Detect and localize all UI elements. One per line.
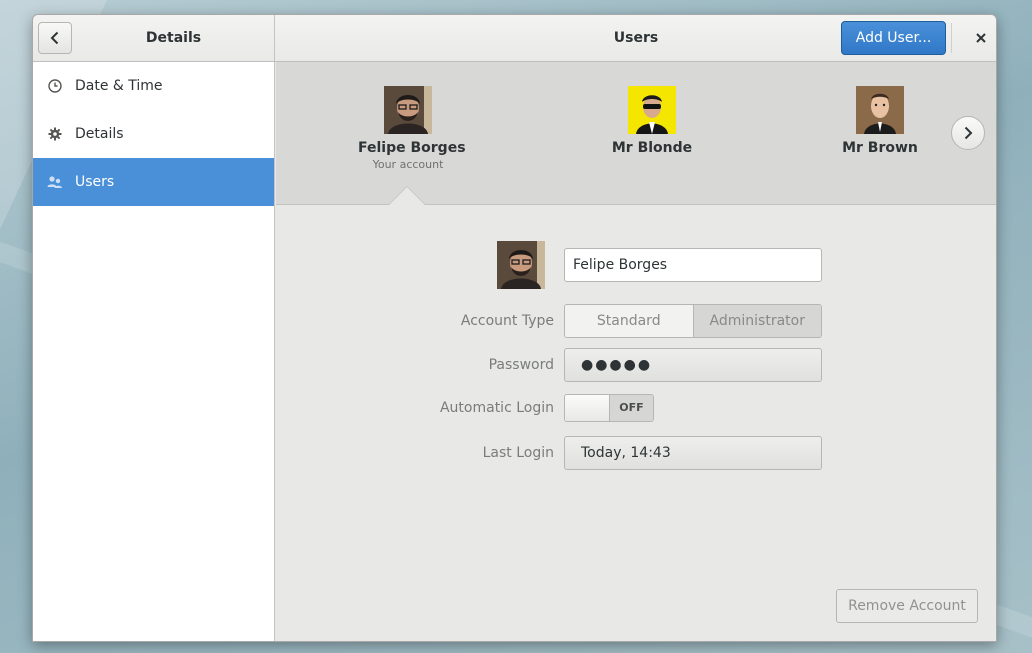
sidebar-item-date-time[interactable]: Date & Time	[33, 62, 274, 110]
close-icon	[976, 33, 986, 43]
sidebar-item-label: Details	[75, 126, 124, 142]
settings-window: Details Users Add User... Date & Time De…	[32, 14, 997, 642]
close-button[interactable]	[966, 23, 996, 53]
carousel-next-button[interactable]	[951, 116, 985, 150]
users-panel: Felipe Borges Your account Mr Blonde Mr …	[276, 62, 996, 641]
chevron-right-icon	[964, 126, 973, 140]
sidebar-headerbar: Details	[33, 15, 275, 61]
avatar	[856, 86, 904, 134]
last-login-button[interactable]: Today, 14:43	[564, 436, 822, 470]
user-carousel: Felipe Borges Your account Mr Blonde Mr …	[276, 62, 996, 205]
automatic-login-switch[interactable]: OFF	[564, 394, 654, 422]
user-name: Felipe Borges	[358, 140, 466, 156]
account-type-administrator-button[interactable]: Administrator	[693, 305, 821, 337]
password-value: ●●●●●	[581, 357, 653, 373]
password-button[interactable]: ●●●●●	[564, 348, 822, 382]
account-type-label: Account Type	[460, 313, 554, 329]
add-user-button[interactable]: Add User...	[841, 21, 946, 55]
user-name: Mr Brown	[842, 140, 918, 156]
users-icon	[47, 174, 63, 190]
gear-icon	[47, 126, 63, 142]
user-name: Mr Blonde	[611, 140, 693, 156]
sidebar-item-details[interactable]: Details	[33, 110, 274, 158]
sidebar: Date & Time Details Users	[33, 62, 275, 641]
main-headerbar: Users Add User...	[276, 15, 996, 61]
user-avatar-button[interactable]	[497, 241, 545, 289]
sidebar-item-users[interactable]: Users	[33, 158, 274, 206]
avatar	[384, 86, 432, 134]
switch-knob	[565, 395, 610, 421]
user-card-felipe-borges[interactable]: Felipe Borges Your account	[358, 86, 466, 171]
automatic-login-label: Automatic Login	[439, 400, 554, 416]
clock-icon	[47, 78, 63, 94]
avatar	[628, 86, 676, 134]
sidebar-item-label: Users	[75, 174, 115, 190]
headerbar-separator	[951, 23, 952, 53]
user-card-mr-brown[interactable]: Mr Brown	[832, 86, 928, 156]
back-button[interactable]	[38, 22, 72, 54]
user-subtitle: Your account	[372, 158, 444, 171]
password-label: Password	[488, 357, 554, 373]
sidebar-title: Details	[145, 30, 202, 46]
sidebar-item-label: Date & Time	[75, 78, 163, 94]
account-type-selector: Standard Administrator	[564, 304, 822, 338]
headerbar: Details Users Add User...	[33, 15, 996, 62]
chevron-left-icon	[50, 31, 59, 45]
switch-state: OFF	[619, 401, 644, 414]
user-card-mr-blonde[interactable]: Mr Blonde	[602, 86, 702, 156]
last-login-label: Last Login	[482, 445, 554, 461]
account-type-standard-button[interactable]: Standard	[565, 305, 694, 337]
remove-account-button[interactable]: Remove Account	[836, 589, 978, 623]
full-name-field[interactable]: Felipe Borges	[564, 248, 822, 282]
selection-arrow	[389, 187, 425, 205]
